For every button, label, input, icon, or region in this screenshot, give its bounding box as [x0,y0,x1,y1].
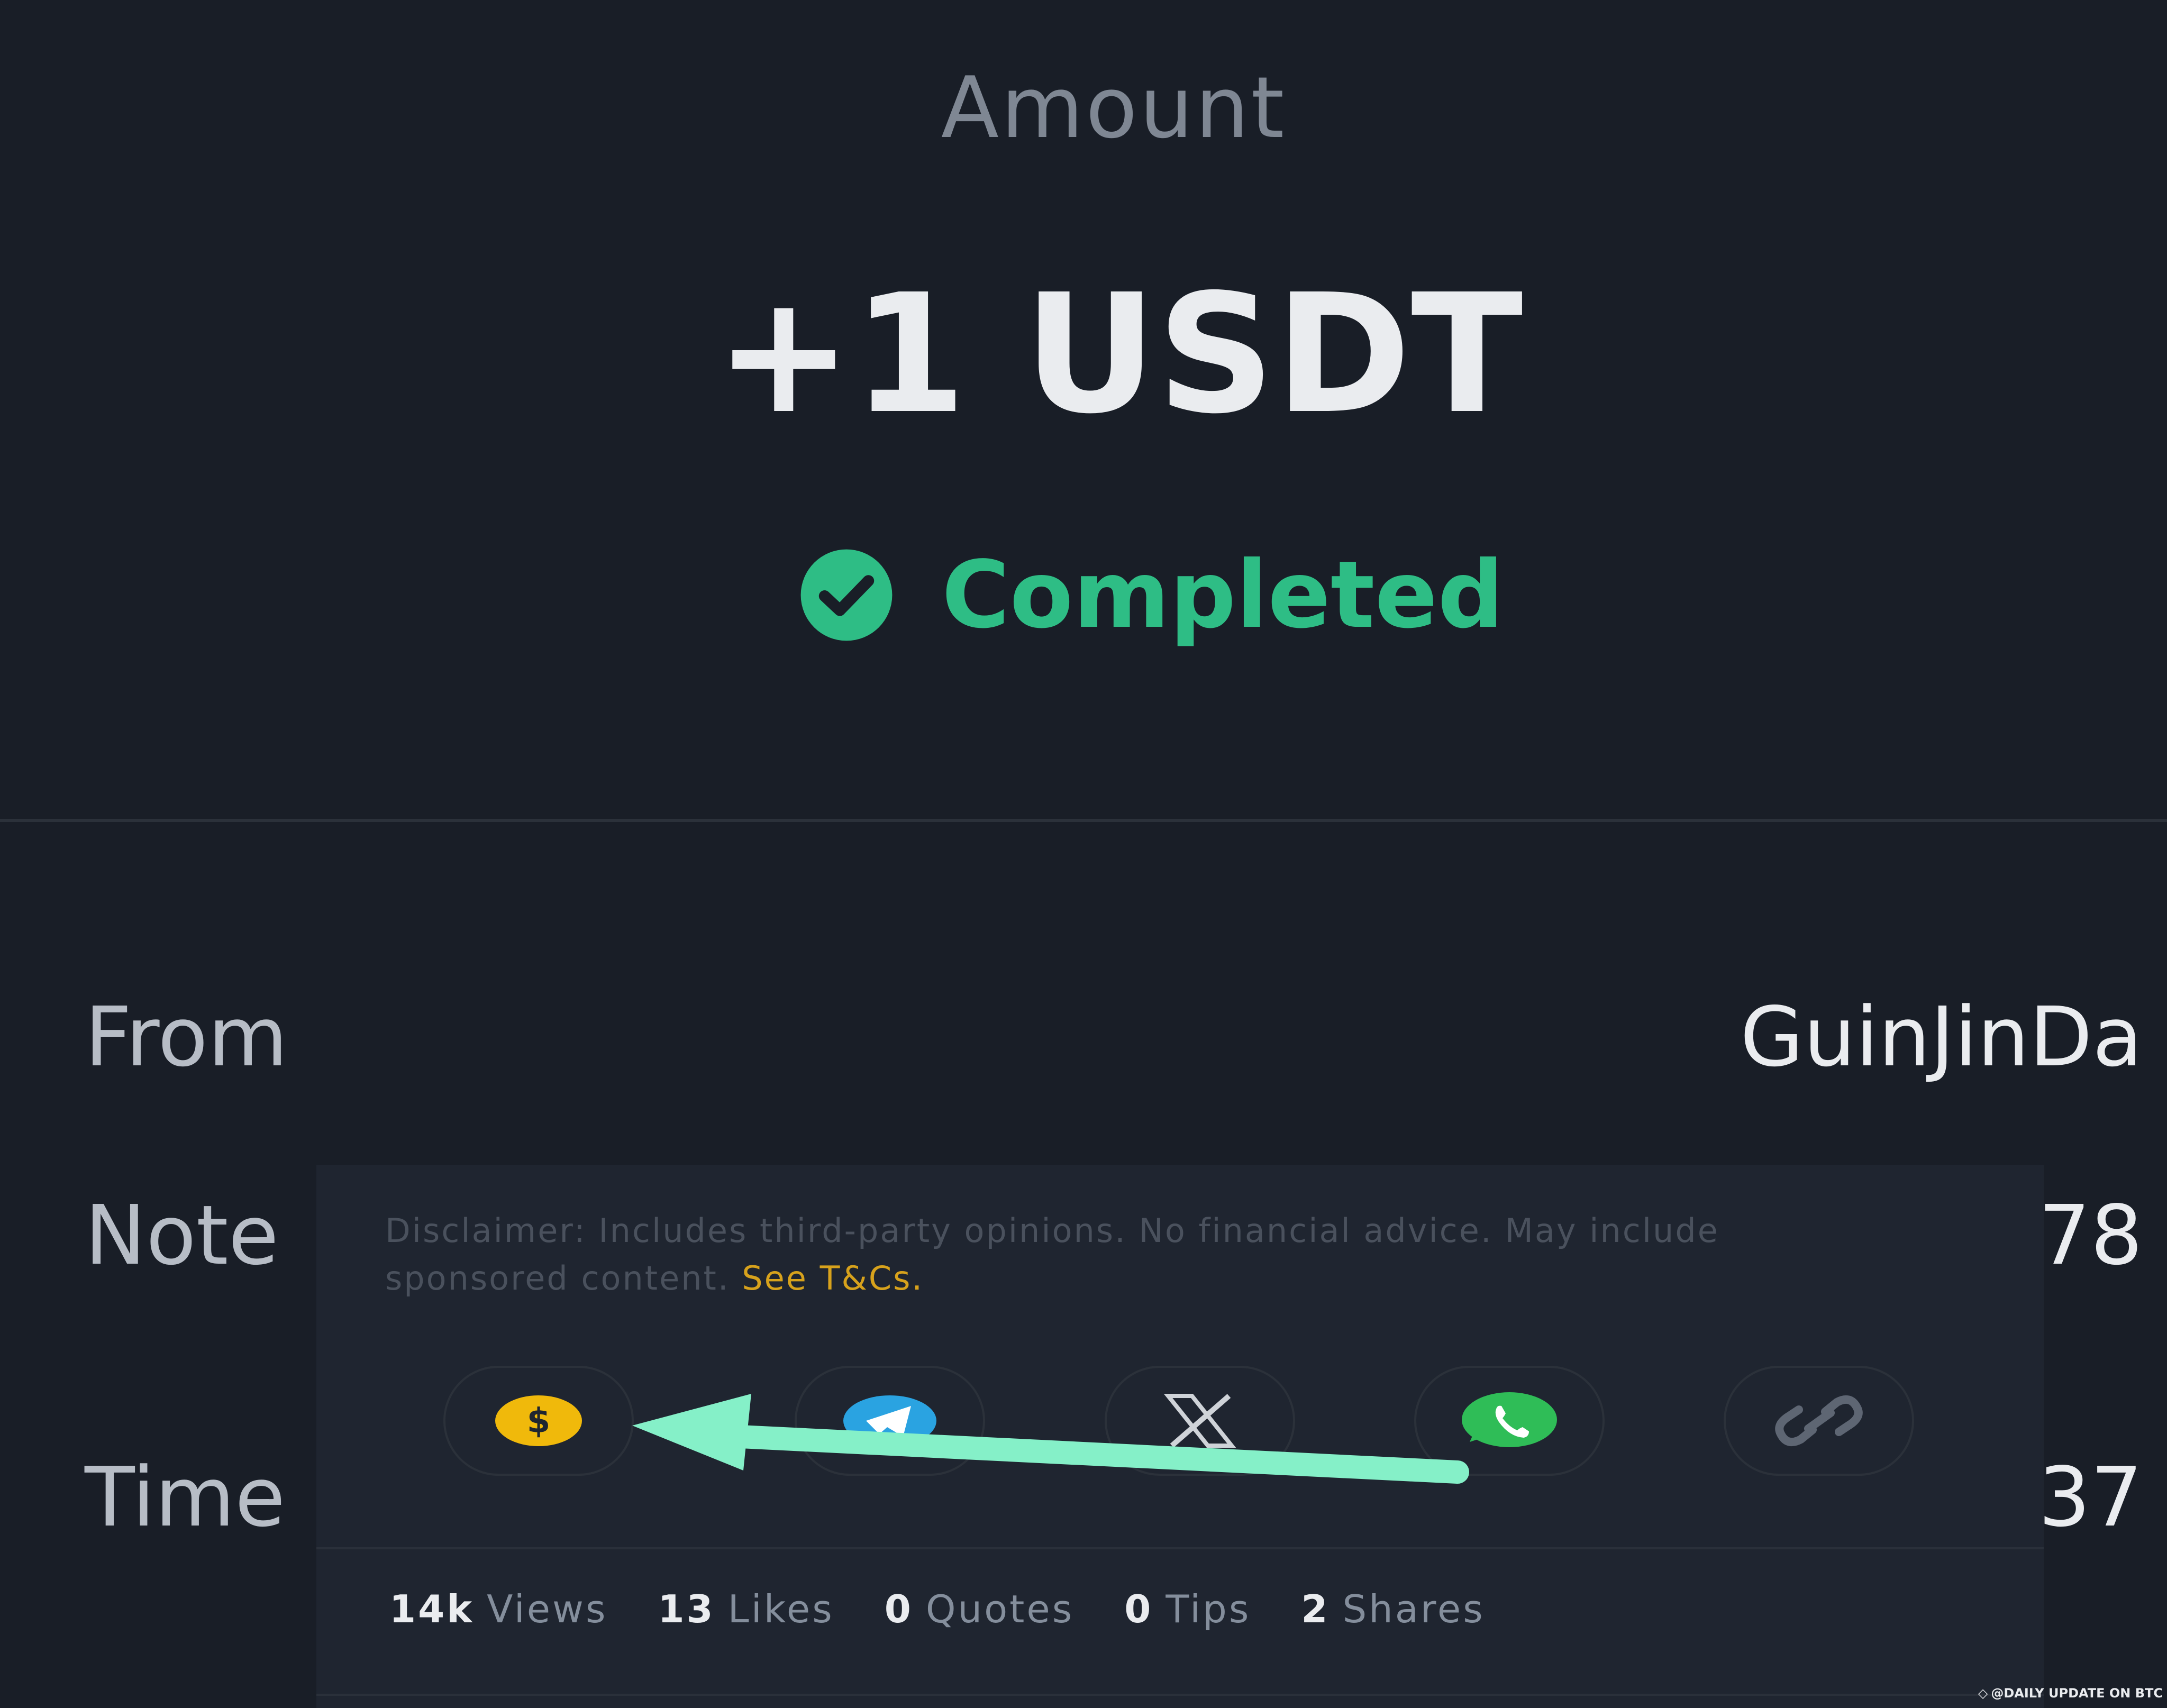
watermark-text: @DAILY UPDATE ON BTC [1991,1686,2163,1701]
annotation-arrow [632,1394,1469,1484]
diamond-logo-icon: ◇ [1978,1686,1988,1701]
watermark: ◇ @DAILY UPDATE ON BTC [1978,1686,2163,1701]
